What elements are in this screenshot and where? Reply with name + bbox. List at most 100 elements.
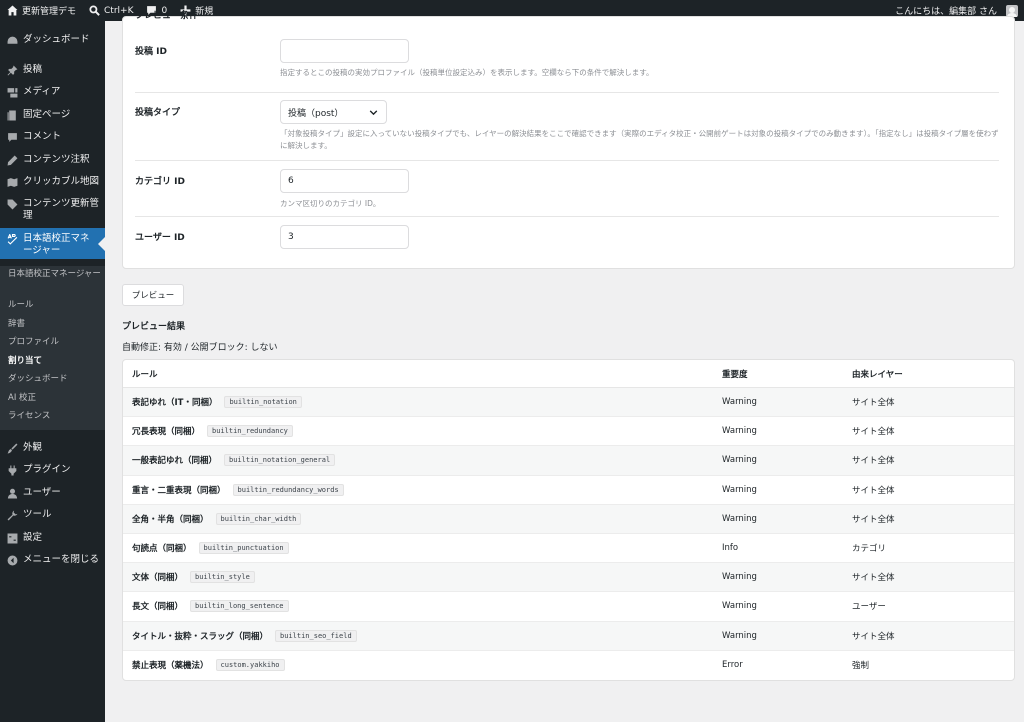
search-icon (88, 5, 100, 17)
preview-conditions-card: プレビュー条件 投稿 ID 指定するとこの投稿の実効プロファイル（投稿単位設定込… (122, 11, 1015, 269)
menu-content-update-manager-label: コンテンツ更新管理 (23, 198, 100, 221)
collapse-icon (6, 554, 18, 566)
menu-tools[interactable]: ツール (0, 509, 105, 521)
menu-japanese-proofreading[interactable]: 日本語校正マネージャー (0, 228, 105, 259)
results-table: ルール 重要度 由来レイヤー 表記ゆれ（IT・同梱） builtin_notati… (122, 359, 1015, 681)
menu-japanese-proofreading-label: 日本語校正マネージャー (23, 233, 90, 256)
category-id-row: カテゴリ ID 6 カンマ区切りのカテゴリ ID。 (135, 160, 999, 216)
menu-media[interactable]: メディア (0, 86, 105, 98)
table-row: 全角・半角（同梱） builtin_char_width Warning サイト全体 (123, 504, 1014, 534)
category-id-input[interactable]: 6 (280, 169, 409, 193)
rule-severity: Error (722, 660, 743, 671)
post-type-select[interactable]: 投稿（post） (280, 100, 387, 124)
table-header: ルール 重要度 由来レイヤー (123, 360, 1014, 388)
submenu-item-dashboard[interactable]: ダッシュボード (8, 374, 103, 385)
rule-name: タイトル・抜粋・スラッグ（同梱） (132, 631, 269, 642)
menu-content-annotations[interactable]: コンテンツ注釈 (0, 154, 105, 166)
rule-severity: Warning (722, 630, 757, 641)
settings-icon (6, 532, 18, 544)
rule-code: builtin_redundancy_words (232, 483, 344, 496)
rule-code: builtin_redundancy (207, 425, 293, 438)
post-id-row: 投稿 ID 指定するとこの投稿の実効プロファイル（投稿単位設定込み）を表示します… (135, 17, 999, 77)
rule-severity: Warning (722, 484, 757, 495)
rule-severity: Warning (722, 513, 757, 524)
rule-severity: Warning (722, 601, 757, 612)
menu-clickable-map-label: クリッカブル地図 (23, 176, 100, 187)
rule-code: builtin_notation_general (224, 454, 336, 467)
rule-name: 表記ゆれ（IT・同梱） (132, 398, 218, 409)
table-row: 表記ゆれ（IT・同梱） builtin_notation Warning サイト全体 (123, 388, 1014, 418)
submenu-item-assignments[interactable]: 割り当て (8, 356, 103, 367)
pencil-icon (6, 154, 18, 166)
site-name: 更新管理デモ (22, 7, 77, 17)
post-type-label: 投稿タイプ (135, 108, 181, 118)
rule-code: custom.yakkiho (215, 659, 285, 672)
chevron-down-icon (367, 106, 379, 118)
user-icon (6, 487, 18, 499)
menu-content-update-manager[interactable]: コンテンツ更新管理 (0, 198, 105, 222)
comment-icon (6, 131, 18, 143)
rule-name: 句読点（同梱） (132, 544, 192, 555)
submenu-item-profiles[interactable]: プロファイル (8, 337, 103, 348)
menu-pages-label: 固定ページ (23, 109, 71, 120)
post-id-label: 投稿 ID (135, 47, 167, 57)
table-row: 句読点（同梱） builtin_punctuation Info カテゴリ (123, 534, 1014, 564)
table-row: 冗長表現（同梱） builtin_redundancy Warning サイト全体 (123, 417, 1014, 447)
user-id-row: ユーザー ID 3 (135, 216, 999, 268)
rule-severity: Warning (722, 572, 757, 583)
column-header-rule: ルール (132, 369, 158, 380)
menu-dashboard[interactable]: ダッシュボード (0, 34, 105, 46)
rule-name: 長文（同梱） (132, 602, 184, 613)
category-id-description: カンマ区切りのカテゴリ ID。 (280, 199, 381, 208)
search-shortcut: Ctrl+K (104, 5, 134, 16)
table-row: 重言・二重表現（同梱） builtin_redundancy_words Warni… (123, 476, 1014, 505)
menu-posts[interactable]: 投稿 (0, 64, 105, 76)
menu-plugins-label: プラグイン (23, 464, 71, 475)
table-row: 長文（同梱） builtin_long_sentence Warning ユーザー (123, 592, 1014, 622)
user-id-input[interactable]: 3 (280, 225, 409, 249)
menu-comments[interactable]: コメント (0, 131, 105, 143)
menu-pages[interactable]: 固定ページ (0, 109, 105, 121)
submenu-item-ai-proofreading[interactable]: AI 校正 (8, 393, 103, 404)
rule-name: 重言・二重表現（同梱） (132, 485, 226, 496)
rule-layer: サイト全体 (852, 456, 895, 467)
menu-appearance[interactable]: 外観 (0, 442, 105, 454)
rule-severity: Warning (722, 397, 757, 408)
submenu-item-overview[interactable]: 日本語校正マネージャー (8, 269, 103, 280)
home-icon (6, 5, 18, 17)
rule-code: builtin_char_width (215, 512, 302, 525)
menu-appearance-label: 外観 (23, 442, 43, 453)
rule-layer: サイト全体 (852, 398, 895, 409)
table-row: 禁止表現（薬機法） custom.yakkiho Error 強制 (123, 651, 1014, 680)
rule-name: 全角・半角（同梱） (132, 514, 209, 525)
column-header-layer: 由来レイヤー (852, 369, 903, 380)
table-body: 表記ゆれ（IT・同梱） builtin_notation Warning サイト全体 … (123, 388, 1014, 680)
pin-icon (6, 64, 18, 76)
site-name-link[interactable]: 更新管理デモ (0, 0, 82, 21)
admin-sidebar: ダッシュボード 投稿 メディア 固定ページ コメント コンテンツ注釈 クリッカブ… (0, 21, 105, 722)
menu-users[interactable]: ユーザー (0, 487, 105, 499)
rule-layer: サイト全体 (852, 514, 895, 525)
menu-settings[interactable]: 設定 (0, 532, 105, 544)
menu-posts-label: 投稿 (23, 64, 43, 75)
post-type-row: 投稿タイプ 投稿（post） 「対象投稿タイプ」設定に入っていない投稿タイプでも… (135, 92, 999, 160)
preview-button[interactable]: プレビュー (122, 284, 184, 306)
preview-mode-line: 自動修正: 有効 / 公開ブロック: しない (122, 343, 278, 353)
post-type-description: 「対象投稿タイプ」設定に入っていない投稿タイプでも、レイヤーの解決結果をここで確… (280, 129, 999, 150)
menu-plugins[interactable]: プラグイン (0, 464, 105, 476)
rule-severity: Warning (722, 426, 757, 437)
rule-layer: ユーザー (852, 602, 886, 613)
post-id-input[interactable] (280, 39, 409, 63)
rule-code: builtin_style (190, 571, 255, 584)
rule-layer: カテゴリ (852, 544, 887, 555)
submenu-item-dictionary[interactable]: 辞書 (8, 319, 103, 330)
table-row: 一般表記ゆれ（同梱） builtin_notation_general Warnin… (123, 446, 1014, 476)
menu-clickable-map[interactable]: クリッカブル地図 (0, 176, 105, 188)
rule-code: builtin_seo_field (275, 629, 357, 642)
dashboard-icon (6, 34, 18, 46)
rule-code: builtin_notation (224, 396, 302, 409)
submenu-item-rules[interactable]: ルール (8, 300, 103, 311)
post-type-selected: 投稿（post） (288, 108, 344, 119)
menu-collapse[interactable]: メニューを閉じる (0, 554, 105, 566)
submenu-item-license[interactable]: ライセンス (8, 411, 103, 422)
